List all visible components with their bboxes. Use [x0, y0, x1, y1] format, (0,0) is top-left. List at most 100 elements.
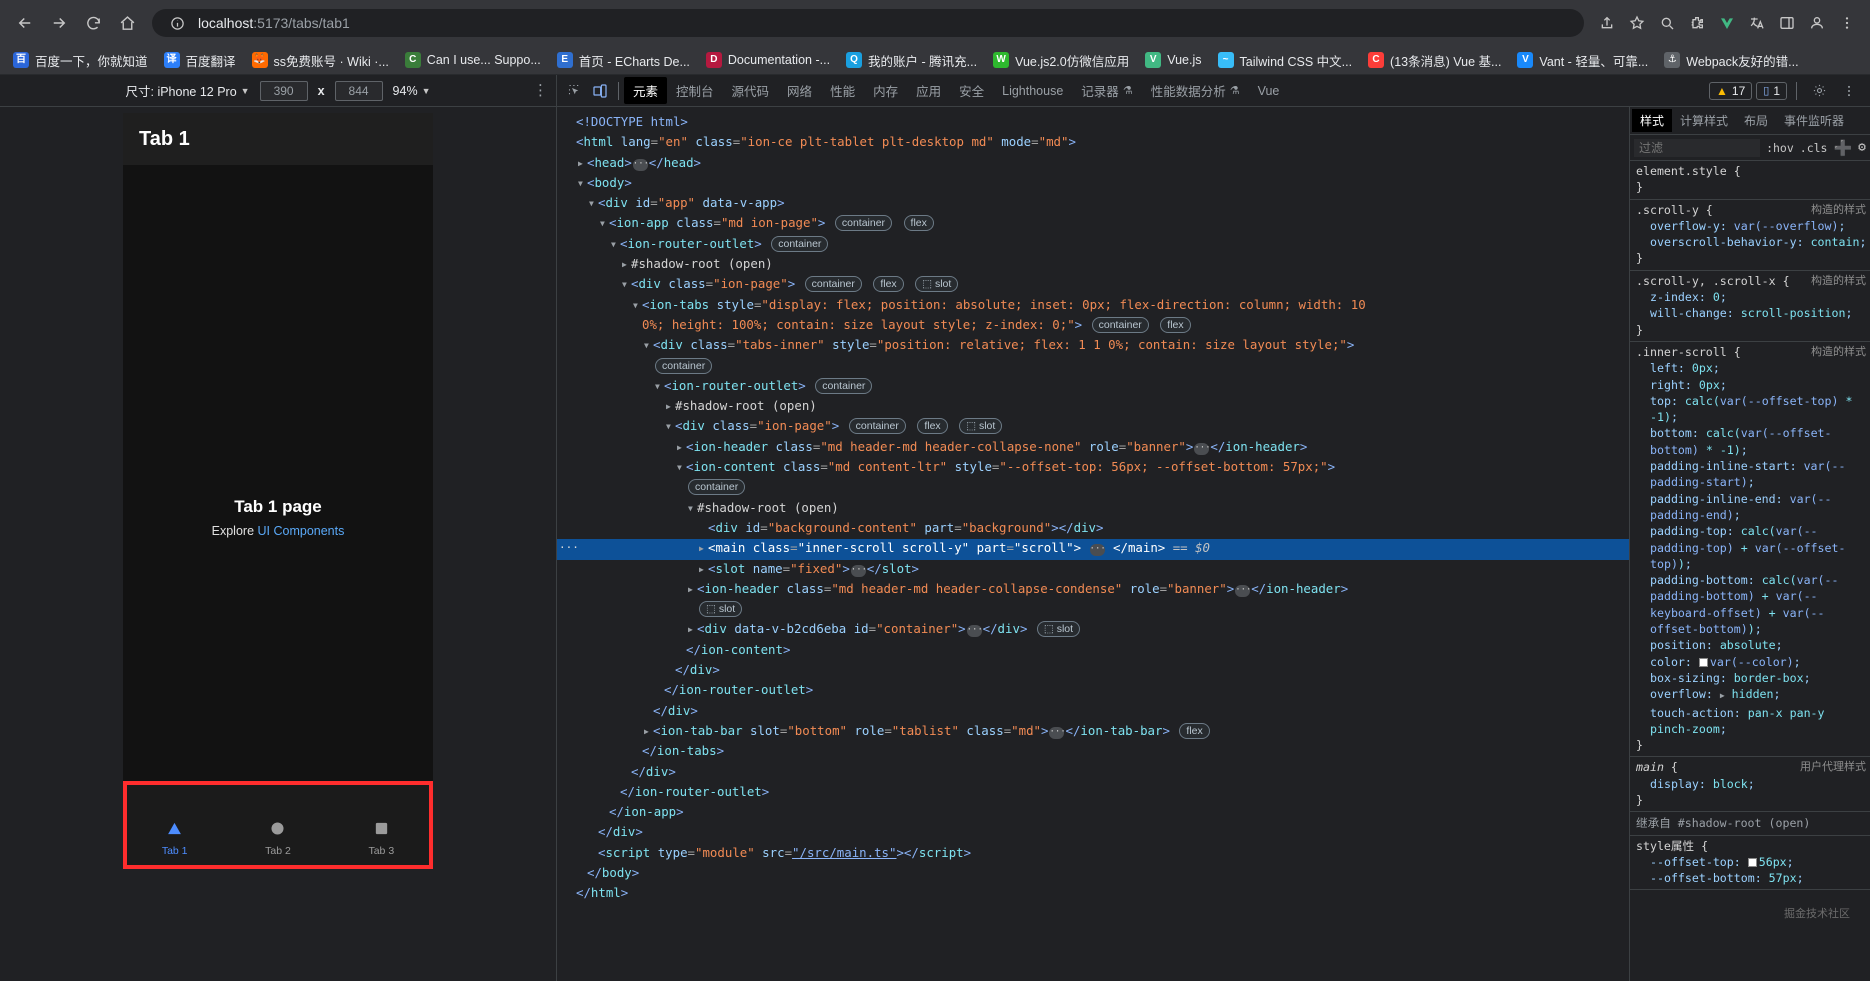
extension-puzzle-icon[interactable] — [1684, 10, 1710, 36]
devtools-tab-网络[interactable]: 网络 — [778, 77, 821, 104]
inspect-element-icon[interactable] — [561, 78, 587, 104]
bookmark-item[interactable]: 译百度翻译 — [157, 48, 243, 73]
dom-node[interactable]: </body> — [557, 864, 1629, 884]
css-declaration[interactable]: padding-bottom: calc(var(--padding-botto… — [1636, 572, 1870, 637]
css-declaration[interactable]: touch-action: pan-x pan-y pinch-zoom; — [1636, 705, 1870, 738]
css-declaration[interactable]: overscroll-behavior-y: contain; — [1636, 234, 1870, 250]
disclosure-triangle-icon[interactable] — [699, 540, 708, 558]
css-declaration[interactable]: --offset-bottom: 57px; — [1636, 870, 1870, 886]
styles-filter-input[interactable] — [1634, 138, 1761, 157]
devtools-tab-控制台[interactable]: 控制台 — [667, 77, 723, 104]
warnings-badge[interactable]: ▲ 17 — [1709, 81, 1753, 100]
bookmark-item[interactable]: 百百度一下，你就知道 — [6, 48, 155, 73]
dom-node[interactable]: container — [557, 357, 1629, 377]
css-rule[interactable]: 用户代理样式 main {display: block;} — [1630, 757, 1870, 813]
dom-node[interactable]: ⬚ slot — [557, 600, 1629, 620]
css-declaration[interactable]: right: 0px; — [1636, 377, 1870, 393]
css-declaration[interactable]: left: 0px; — [1636, 360, 1870, 376]
back-arrow-icon[interactable] — [10, 8, 40, 38]
dom-node[interactable]: <body> — [557, 174, 1629, 194]
dom-node[interactable]: <ion-app class="md ion-page"> container … — [557, 214, 1629, 234]
page-info-icon[interactable] — [164, 10, 190, 36]
css-declaration[interactable]: padding-inline-end: var(--padding-end); — [1636, 491, 1870, 524]
sidebar-toggle-icon[interactable] — [1774, 10, 1800, 36]
dom-node[interactable]: <ion-router-outlet> container — [557, 377, 1629, 397]
style-attribute-rule[interactable]: style属性 {--offset-top: 56px; --offset-bot… — [1630, 836, 1870, 891]
dom-node[interactable]: #shadow-root (open) — [557, 397, 1629, 417]
styles-tab-事件监听器[interactable]: 事件监听器 — [1776, 109, 1852, 132]
disclosure-triangle-icon[interactable] — [655, 378, 664, 396]
disclosure-triangle-icon[interactable] — [611, 236, 620, 254]
disclosure-triangle-icon[interactable] — [688, 581, 697, 599]
devtools-tab-记录器[interactable]: 记录器 ⚗ — [1072, 77, 1141, 104]
css-selector[interactable]: element.style { — [1636, 163, 1870, 179]
dom-node[interactable]: <ion-header class="md header-md header-c… — [557, 438, 1629, 458]
dom-node[interactable]: <div class="ion-page"> container flex ⬚ … — [557, 275, 1629, 295]
devtools-tab-Vue[interactable]: Vue — [1249, 80, 1289, 102]
bookmark-item[interactable]: W Vue.js2.0仿微信应用 — [986, 48, 1136, 73]
css-declaration[interactable]: bottom: calc(var(--offset-bottom) * -1); — [1636, 425, 1870, 458]
devtools-tab-应用[interactable]: 应用 — [907, 77, 950, 104]
disclosure-triangle-icon[interactable] — [622, 276, 631, 294]
dom-node[interactable]: #shadow-root (open) — [557, 255, 1629, 275]
browser-menu-icon[interactable] — [1834, 10, 1860, 36]
dom-node[interactable]: <script type="module" src="/src/main.ts"… — [557, 844, 1629, 864]
disclosure-triangle-icon[interactable] — [688, 621, 697, 639]
profile-avatar[interactable] — [1804, 10, 1830, 36]
device-height-input[interactable]: 844 — [334, 80, 383, 101]
styles-tab-样式[interactable]: 样式 — [1632, 109, 1673, 132]
color-swatch[interactable] — [1698, 657, 1708, 667]
tab-button-tab-2[interactable]: Tab 2 — [226, 807, 329, 869]
css-rule[interactable]: element.style {} — [1630, 161, 1870, 200]
bookmark-item[interactable]: C Can I use... Suppo... — [398, 49, 548, 71]
styles-tab-计算样式[interactable]: 计算样式 — [1672, 109, 1736, 132]
gear-icon[interactable] — [1806, 78, 1832, 104]
dom-node[interactable]: <div class="ion-page"> container flex ⬚ … — [557, 417, 1629, 437]
dom-node[interactable]: container — [557, 478, 1629, 498]
device-toolbar-icon[interactable] — [587, 78, 613, 104]
dom-node[interactable]: </div> — [557, 763, 1629, 783]
dom-node[interactable]: <ion-tabs style="display: flex; position… — [557, 296, 1629, 316]
styles-rule-list[interactable]: element.style {} 构造的样式 .scroll-y {overflow… — [1630, 161, 1870, 981]
disclosure-triangle-icon[interactable] — [633, 297, 642, 315]
add-rule-icon[interactable]: ➕ — [1833, 139, 1852, 157]
dom-node[interactable]: <div id="app" data-v-app> — [557, 194, 1629, 214]
expand-triangle-icon[interactable]: ▶ — [1720, 691, 1725, 700]
kebab-icon[interactable] — [1836, 78, 1862, 104]
dom-node[interactable]: <!DOCTYPE html> — [557, 113, 1629, 133]
device-more-options-icon[interactable]: ⋮ — [533, 83, 548, 98]
bookmark-item[interactable]: C (13条消息) Vue 基... — [1361, 48, 1508, 73]
devtools-tab-内存[interactable]: 内存 — [864, 77, 907, 104]
disclosure-triangle-icon[interactable] — [578, 155, 587, 173]
hov-toggle[interactable]: :hov — [1766, 141, 1794, 155]
devtools-tab-元素[interactable]: 元素 — [624, 77, 668, 104]
devtools-tab-性能[interactable]: 性能 — [821, 77, 864, 104]
device-zoom-selector[interactable]: 94% ▼ — [393, 84, 431, 98]
disclosure-triangle-icon[interactable] — [666, 398, 675, 416]
dom-node[interactable]: <ion-content class="md content-ltr" styl… — [557, 458, 1629, 478]
dom-node[interactable]: </ion-app> — [557, 803, 1629, 823]
bookmark-item[interactable]: E 首页 - ECharts De... — [550, 48, 697, 73]
disclosure-triangle-icon[interactable] — [644, 337, 653, 355]
dom-node[interactable]: </ion-content> — [557, 641, 1629, 661]
node-ellipsis-badge[interactable]: ··· — [559, 539, 579, 557]
css-declaration[interactable]: color: var(--color); — [1636, 654, 1870, 670]
zoom-icon[interactable] — [1654, 10, 1680, 36]
disclosure-triangle-icon[interactable] — [600, 215, 609, 233]
css-declaration[interactable]: padding-inline-start: var(--padding-star… — [1636, 458, 1870, 491]
bookmark-item[interactable]: 🦊 ss免费账号 · Wiki ·... — [245, 48, 396, 73]
element-classes-icon[interactable]: ⚙ — [1858, 140, 1866, 155]
vue-devtools-icon[interactable] — [1714, 10, 1740, 36]
disclosure-triangle-icon[interactable] — [589, 195, 598, 213]
disclosure-triangle-icon[interactable] — [677, 459, 686, 477]
dom-node[interactable]: <div class="tabs-inner" style="position:… — [557, 336, 1629, 356]
ui-components-link[interactable]: UI Components — [258, 524, 345, 538]
bookmark-star-icon[interactable] — [1624, 10, 1650, 36]
css-declaration[interactable]: display: block; — [1636, 776, 1870, 792]
css-rule[interactable]: 构造的样式 .scroll-y, .scroll-x {z-index: 0; wi… — [1630, 271, 1870, 342]
dom-node[interactable]: #shadow-root (open) — [557, 499, 1629, 519]
css-declaration[interactable]: padding-top: calc(var(--padding-top) + v… — [1636, 523, 1870, 572]
disclosure-triangle-icon[interactable] — [699, 561, 708, 579]
bookmark-item[interactable]: D Documentation -... — [699, 49, 837, 71]
forward-arrow-icon[interactable] — [44, 8, 74, 38]
